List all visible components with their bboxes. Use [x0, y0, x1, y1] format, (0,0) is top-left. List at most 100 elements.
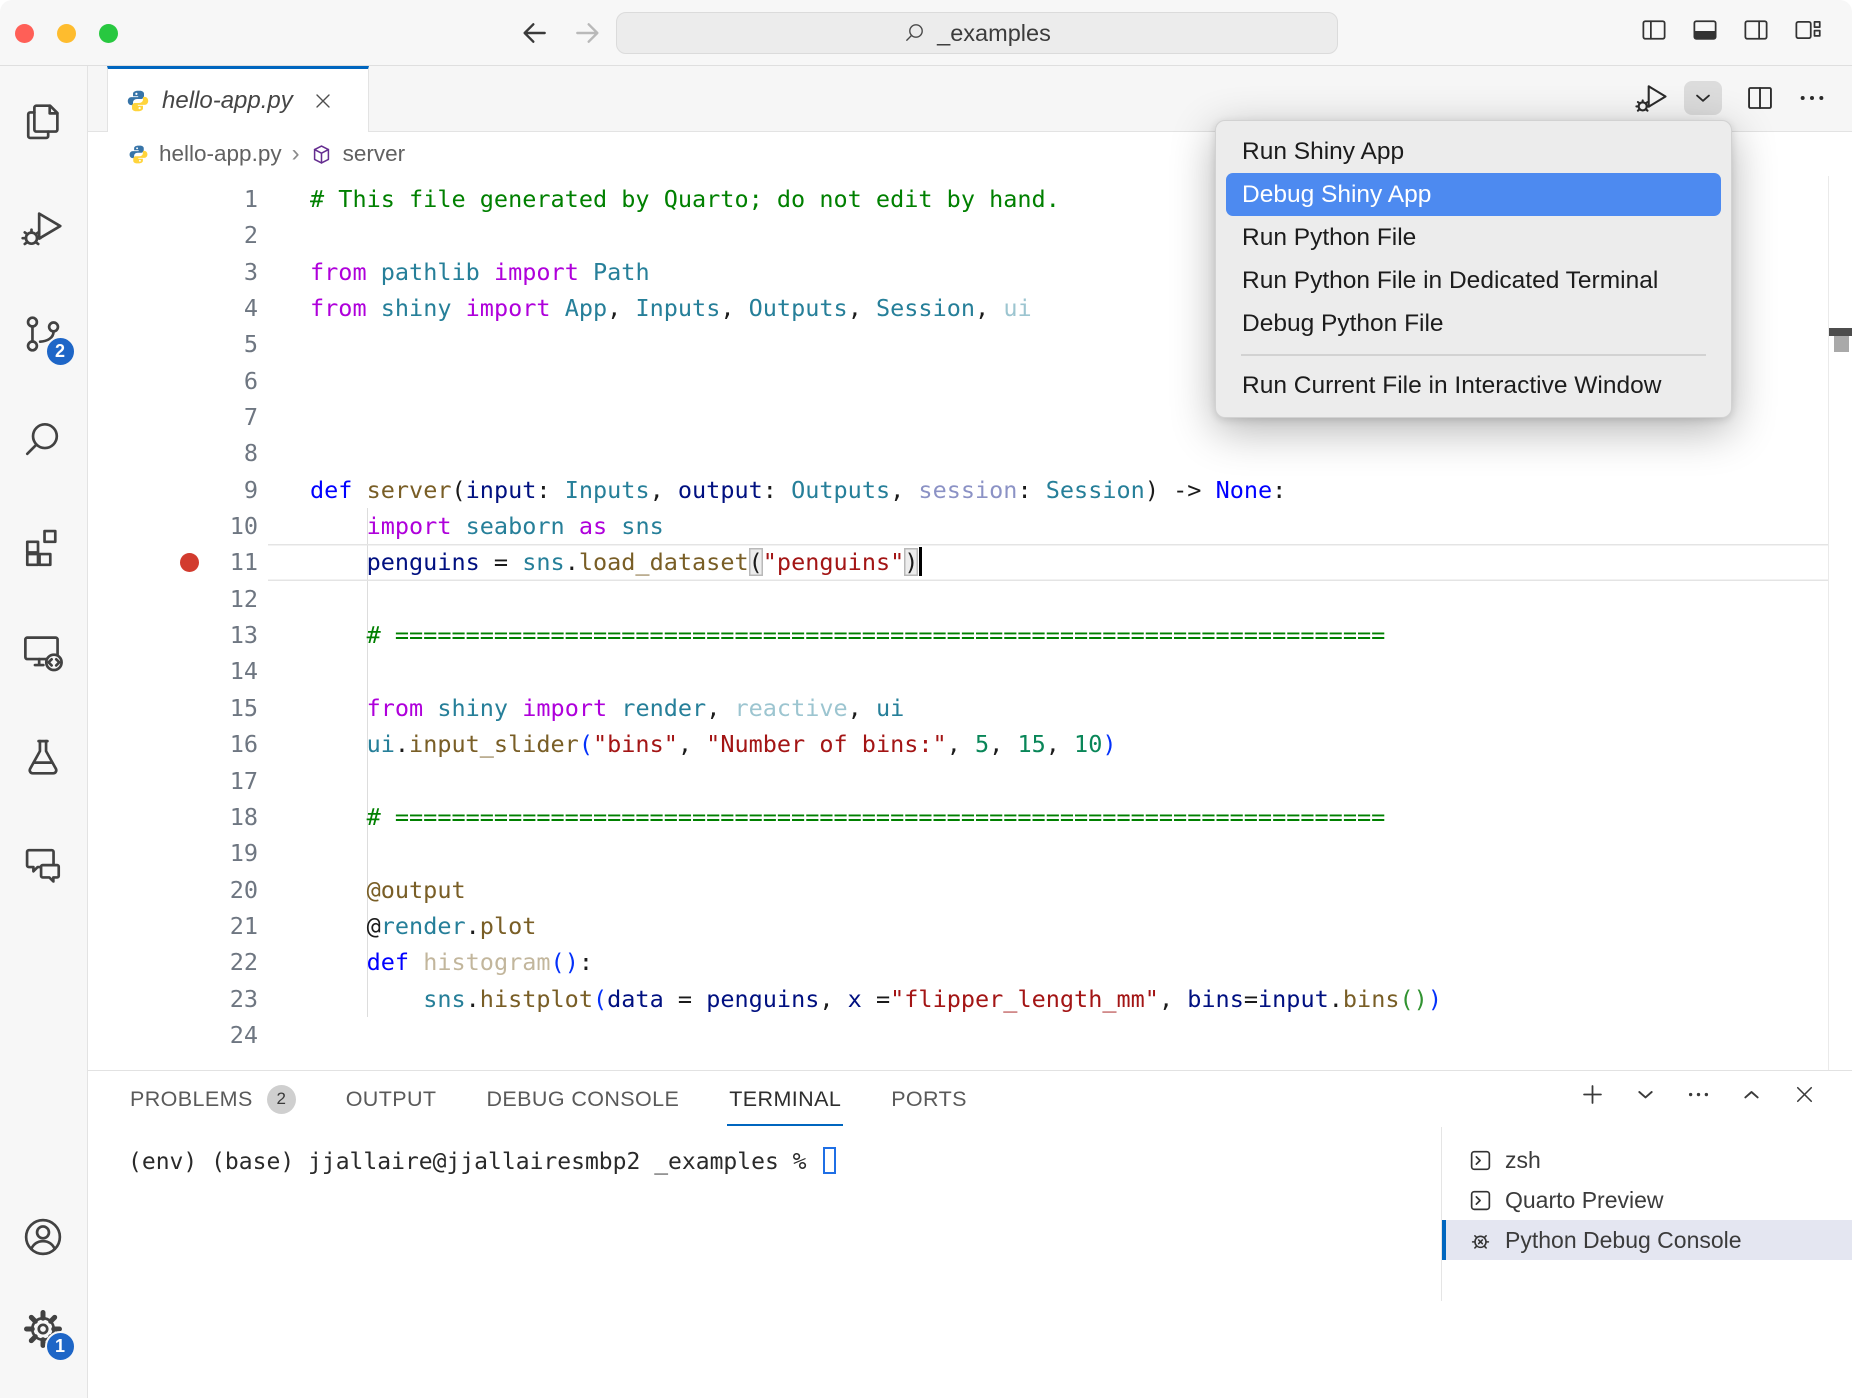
split-editor-icon[interactable]	[1744, 82, 1776, 114]
minimize-window-button[interactable]	[57, 24, 76, 43]
panel-tab-output[interactable]: OUTPUT	[344, 1073, 439, 1126]
search-icon	[903, 21, 927, 45]
line-number[interactable]: 4	[88, 290, 258, 326]
terminal-list-item-python-debug-console[interactable]: Python Debug Console	[1442, 1220, 1852, 1260]
line-number[interactable]: 16	[88, 726, 258, 762]
line-number[interactable]: 9	[88, 472, 258, 508]
panel-tab-terminal[interactable]: TERMINAL	[727, 1073, 843, 1126]
panel-right-icon[interactable]	[1741, 15, 1771, 45]
menu-item-debug-python-file[interactable]: Debug Python File	[1226, 302, 1721, 345]
menu-item-debug-shiny-app[interactable]: Debug Shiny App	[1226, 173, 1721, 216]
activity-item-settings[interactable]: 1	[20, 1306, 68, 1354]
activity-item-source-control[interactable]: 2	[20, 311, 68, 359]
line-number[interactable]: 2	[88, 217, 258, 253]
panel-tab-ports[interactable]: PORTS	[889, 1073, 969, 1126]
layout-icon[interactable]	[1792, 15, 1822, 45]
editor-scrollbar[interactable]	[1828, 176, 1852, 1070]
line-number[interactable]: 12	[88, 581, 258, 617]
activity-item-comments[interactable]	[20, 841, 68, 889]
activity-item-explorer[interactable]	[20, 99, 68, 147]
code-line-19[interactable]: 19	[88, 835, 1852, 871]
files-icon	[20, 99, 66, 145]
debug-console-icon	[1468, 1228, 1493, 1253]
plus-icon[interactable]	[1579, 1081, 1606, 1108]
breadcrumb-symbol[interactable]: server	[343, 141, 406, 167]
code-line-18[interactable]: 18 # ===================================…	[88, 799, 1852, 835]
line-number[interactable]: 7	[88, 399, 258, 435]
line-number[interactable]: 19	[88, 835, 258, 871]
code-line-8[interactable]: 8	[88, 435, 1852, 471]
code-line-9[interactable]: 9def server(input: Inputs, output: Outpu…	[88, 472, 1852, 508]
line-number[interactable]: 8	[88, 435, 258, 471]
menu-item-run-python-file[interactable]: Run Python File	[1226, 216, 1721, 259]
code-line-15[interactable]: 15 from shiny import render, reactive, u…	[88, 690, 1852, 726]
line-number[interactable]: 3	[88, 254, 258, 290]
activity-item-search[interactable]	[20, 417, 68, 465]
forward-icon[interactable]	[572, 17, 604, 49]
line-number[interactable]: 11	[88, 544, 258, 580]
chevron-up-icon[interactable]	[1738, 1081, 1765, 1108]
panel-header: PROBLEMS2 OUTPUT DEBUG CONSOLE TERMINAL PORT…	[88, 1071, 1852, 1127]
code-line-13[interactable]: 13 # ===================================…	[88, 617, 1852, 653]
command-center-search[interactable]: _examples	[616, 12, 1338, 54]
line-number[interactable]: 20	[88, 872, 258, 908]
line-number[interactable]: 1	[88, 181, 258, 217]
close-icon[interactable]	[1791, 1081, 1818, 1108]
menu-item-run-current-file-in-interactive-window[interactable]: Run Current File in Interactive Window	[1226, 365, 1721, 408]
line-number[interactable]: 23	[88, 981, 258, 1017]
code-line-23[interactable]: 23 sns.histplot(data = penguins, x ="fli…	[88, 981, 1852, 1017]
code-line-22[interactable]: 22 def histogram():	[88, 944, 1852, 980]
terminal-list-item-quarto-preview[interactable]: Quarto Preview	[1442, 1180, 1852, 1220]
code-line-16[interactable]: 16 ui.input_slider("bins", "Number of bi…	[88, 726, 1852, 762]
activity-item-extensions[interactable]	[20, 523, 68, 571]
back-icon[interactable]	[518, 17, 550, 49]
code-line-10[interactable]: 10 import seaborn as sns	[88, 508, 1852, 544]
code-line-20[interactable]: 20 @output	[88, 872, 1852, 908]
breadcrumb-file[interactable]: hello-app.py	[159, 141, 282, 167]
more-actions-icon[interactable]	[1796, 82, 1828, 114]
debug-run-icon[interactable]	[1634, 80, 1670, 116]
panel-bottom-icon[interactable]	[1690, 15, 1720, 45]
code-line-12[interactable]: 12	[88, 581, 1852, 617]
close-window-button[interactable]	[15, 24, 34, 43]
code-line-24[interactable]: 24	[88, 1017, 1852, 1053]
line-number[interactable]: 18	[88, 799, 258, 835]
code-line-11[interactable]: 11 penguins = sns.load_dataset("penguins…	[88, 544, 1852, 580]
terminal-list-item-zsh[interactable]: zsh	[1442, 1140, 1852, 1180]
code-line-21[interactable]: 21 @render.plot	[88, 908, 1852, 944]
code-line-17[interactable]: 17	[88, 763, 1852, 799]
line-content	[258, 435, 1852, 471]
tab-hello-app[interactable]: hello-app.py	[107, 66, 369, 132]
tab-label: hello-app.py	[162, 87, 293, 115]
activity-item-run-and-debug[interactable]	[20, 205, 68, 253]
close-icon[interactable]	[311, 89, 335, 113]
panel-tab-problems[interactable]: PROBLEMS2	[128, 1073, 298, 1126]
chevron-down-icon[interactable]	[1632, 1081, 1659, 1108]
activity-item-account[interactable]	[20, 1214, 68, 1262]
line-number[interactable]: 21	[88, 908, 258, 944]
line-number[interactable]: 15	[88, 690, 258, 726]
activity-item-remote-explorer[interactable]	[20, 629, 68, 677]
menu-item-run-shiny-app[interactable]: Run Shiny App	[1226, 130, 1721, 173]
panel-tabs: PROBLEMS2 OUTPUT DEBUG CONSOLE TERMINAL PORT…	[128, 1073, 969, 1126]
panel-tab-debug-console[interactable]: DEBUG CONSOLE	[484, 1073, 681, 1126]
line-number[interactable]: 24	[88, 1017, 258, 1053]
line-number[interactable]: 5	[88, 326, 258, 362]
code-line-14[interactable]: 14	[88, 653, 1852, 689]
line-number[interactable]: 17	[88, 763, 258, 799]
activity-item-testing[interactable]	[20, 735, 68, 783]
terminal-output[interactable]: (env) (base) jjallaire@jjallairesmbp2 _e…	[88, 1127, 1441, 1398]
panel-left-icon[interactable]	[1639, 15, 1669, 45]
scrollbar-thumb[interactable]	[1834, 336, 1849, 352]
menu-separator	[1241, 354, 1706, 356]
line-number[interactable]: 14	[88, 653, 258, 689]
run-options-dropdown[interactable]	[1684, 81, 1722, 115]
line-number[interactable]: 13	[88, 617, 258, 653]
more-actions-icon[interactable]	[1685, 1081, 1712, 1108]
line-number[interactable]: 22	[88, 944, 258, 980]
line-number[interactable]: 10	[88, 508, 258, 544]
line-number[interactable]: 6	[88, 363, 258, 399]
python-icon	[126, 89, 150, 113]
zoom-window-button[interactable]	[99, 24, 118, 43]
menu-item-run-python-file-in-dedicated-terminal[interactable]: Run Python File in Dedicated Terminal	[1226, 259, 1721, 302]
